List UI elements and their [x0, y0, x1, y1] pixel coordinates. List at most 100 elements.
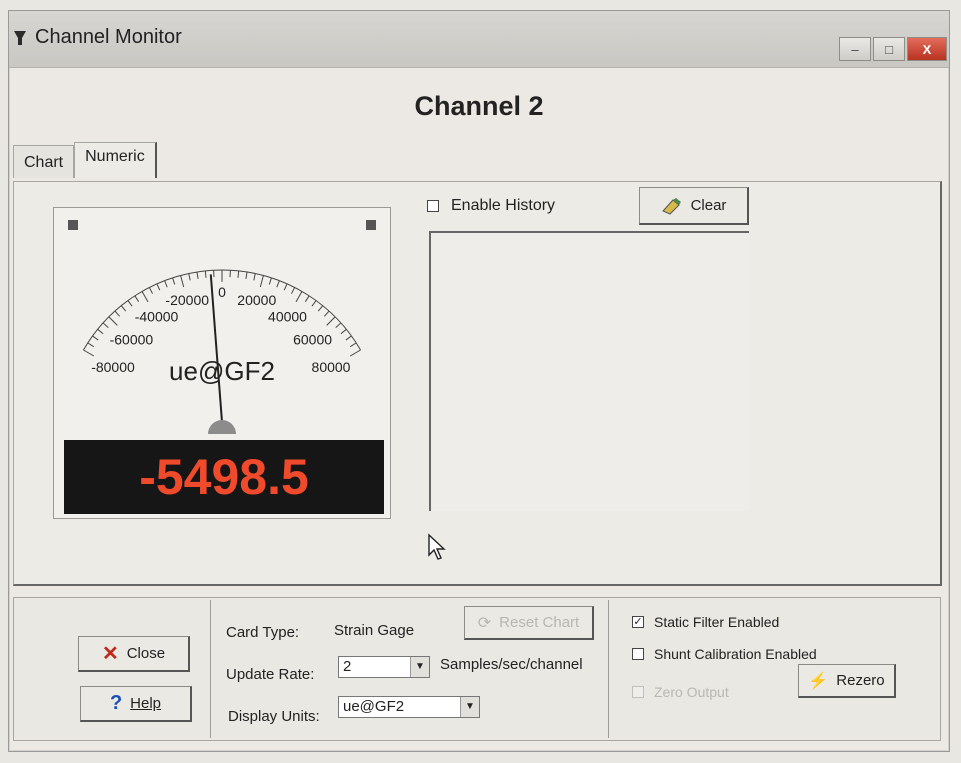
title-bar[interactable]: Channel Monitor – □ X — [9, 11, 949, 68]
value-readout: -5498.5 — [64, 440, 384, 514]
meter-scale-label: -40000 — [135, 309, 179, 325]
meter-unit-label: ue@GF2 — [169, 356, 275, 386]
meter-tick — [317, 305, 324, 312]
meter-tick — [259, 275, 264, 288]
card-type-label: Card Type: — [226, 624, 300, 641]
clear-label: Clear — [690, 197, 727, 214]
close-button[interactable]: ✕ Close — [78, 636, 190, 672]
app-icon — [14, 31, 26, 45]
clear-icon — [661, 197, 681, 215]
history-list[interactable] — [429, 231, 749, 511]
enable-history-box[interactable] — [427, 200, 439, 212]
update-rate-value: 2 — [343, 658, 352, 675]
help-icon: ? — [109, 692, 123, 714]
lightning-icon: ⚡ — [808, 672, 829, 690]
clear-button[interactable]: Clear — [639, 187, 749, 225]
meter-tick — [253, 273, 256, 281]
tab-numeric[interactable]: Numeric — [74, 142, 157, 178]
meter-tick — [108, 316, 118, 326]
meter-tick — [326, 316, 336, 326]
divider — [608, 600, 609, 738]
reset-chart-icon: ⟳ — [477, 614, 492, 632]
close-icon: ✕ — [101, 643, 119, 665]
meter-tick — [87, 342, 94, 348]
meter-tick — [237, 270, 240, 278]
meter-tick — [180, 275, 185, 288]
meter-tick — [188, 273, 191, 281]
minimize-button[interactable]: – — [839, 37, 871, 61]
channel-monitor-window: Channel Monitor – □ X Channel 2 Chart Nu… — [8, 10, 950, 752]
meter-scale-label: -20000 — [165, 292, 209, 308]
tab-strip: Chart Numeric — [13, 142, 157, 178]
meter-tick — [156, 283, 161, 291]
static-filter-box[interactable]: ✓ — [632, 616, 644, 628]
meter-tick — [304, 295, 310, 302]
reset-chart-button[interactable]: ⟳ Reset Chart — [464, 606, 594, 640]
display-units-select[interactable]: ue@GF2 ▼ — [338, 696, 480, 718]
chevron-down-icon[interactable]: ▼ — [410, 657, 429, 677]
enable-history-label: Enable History — [451, 197, 556, 214]
static-filter-checkbox[interactable]: ✓ Static Filter Enabled — [632, 614, 779, 630]
meter-tick — [114, 310, 120, 317]
meter-tick — [295, 291, 303, 303]
meter-tick — [324, 310, 330, 317]
window-close-button[interactable]: X — [907, 37, 947, 61]
channel-heading: Channel 2 — [414, 91, 544, 121]
meter-tick — [134, 295, 140, 302]
update-rate-label: Update Rate: — [226, 666, 315, 683]
close-label: Close — [126, 645, 166, 662]
meter-tick — [148, 287, 153, 294]
meter-tick — [335, 322, 342, 328]
meter-tick — [172, 277, 176, 285]
meter-tick — [141, 291, 149, 303]
meter-tick — [311, 300, 317, 307]
mouse-cursor-icon — [428, 533, 446, 560]
meter-tick — [291, 287, 296, 294]
meter-tick — [268, 277, 272, 285]
meter-tick — [92, 335, 99, 341]
meter-tick — [204, 270, 207, 278]
zero-output-checkbox[interactable]: Zero Output — [632, 684, 729, 700]
tab-chart[interactable]: Chart — [13, 145, 75, 178]
display-units-value: ue@GF2 — [343, 698, 405, 715]
meter-tick — [164, 280, 168, 288]
help-label: Help — [130, 695, 162, 712]
meter-tick — [350, 342, 357, 348]
meter-tick — [245, 271, 248, 279]
shunt-calibration-box[interactable] — [632, 648, 644, 660]
meter-scale-label: 20000 — [237, 292, 276, 308]
zero-output-label: Zero Output — [654, 684, 729, 700]
update-rate-select[interactable]: 2 ▼ — [338, 656, 430, 678]
shunt-calibration-checkbox[interactable]: Shunt Calibration Enabled — [632, 646, 817, 662]
meter-tick — [276, 280, 280, 288]
meter-scale-label: 60000 — [293, 331, 332, 347]
help-button[interactable]: ? Help — [80, 686, 192, 722]
bottom-panel: ✕ Close ? Help Card Type: Strain Gage ⟳ … — [13, 597, 941, 741]
static-filter-label: Static Filter Enabled — [654, 614, 780, 630]
rezero-label: Rezero — [836, 672, 885, 689]
shunt-calibration-label: Shunt Calibration Enabled — [654, 646, 817, 662]
meter-scale-label: 40000 — [268, 309, 307, 325]
analog-meter: -80000 -60000 -40000 -20000 0 20000 40000 60000… — [53, 207, 391, 519]
meter-tick — [345, 335, 352, 341]
meter-tick — [120, 305, 127, 312]
maximize-button[interactable]: □ — [873, 37, 905, 61]
rezero-button[interactable]: ⚡ Rezero — [798, 664, 896, 698]
meter-tick — [340, 328, 347, 335]
meter-hub — [208, 420, 236, 434]
meter-tick — [196, 271, 199, 279]
divider — [210, 600, 211, 738]
meter-tick — [97, 328, 104, 335]
meter-tick — [283, 283, 288, 291]
meter-tick — [127, 300, 133, 307]
card-type-value: Strain Gage — [334, 622, 415, 639]
zero-output-box[interactable] — [632, 686, 644, 698]
meter-scale-label: 0 — [218, 284, 226, 300]
display-units-label: Display Units: — [228, 708, 320, 725]
meter-dial: -80000-60000-40000-200000200004000060000… — [83, 269, 361, 434]
chevron-down-icon[interactable]: ▼ — [460, 697, 479, 717]
reset-chart-label: Reset Chart — [499, 614, 580, 631]
meter-scale-label: -60000 — [110, 331, 154, 347]
enable-history-checkbox[interactable]: Enable History — [427, 197, 555, 215]
update-rate-unit: Samples/sec/channel — [440, 656, 583, 673]
